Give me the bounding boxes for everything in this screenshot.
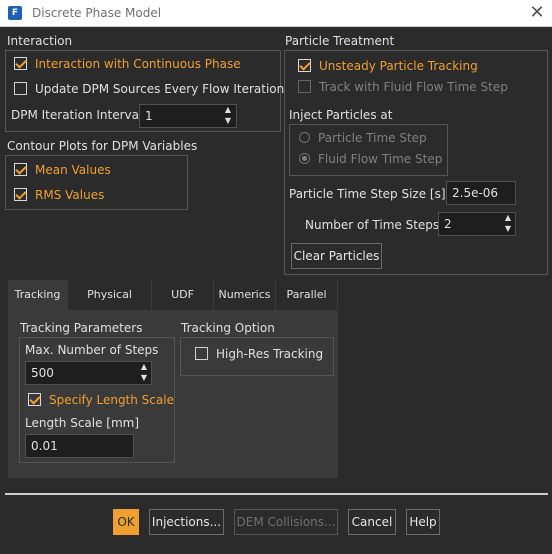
spin-up-icon[interactable]: ▲ bbox=[222, 105, 234, 115]
length-scale-value: 0.01 bbox=[31, 439, 58, 453]
update-dpm-label[interactable]: Update DPM Sources Every Flow Iteration bbox=[35, 82, 284, 96]
spin-down-icon[interactable]: ▼ bbox=[222, 116, 234, 126]
specify-length-label[interactable]: Specify Length Scale bbox=[49, 393, 174, 407]
tab-parallel[interactable]: Parallel bbox=[276, 280, 338, 310]
ok-button[interactable]: OK bbox=[113, 509, 139, 535]
continuous-phase-checkbox[interactable] bbox=[14, 57, 27, 70]
injections-button[interactable]: Injections... bbox=[149, 509, 224, 535]
length-scale-input[interactable]: 0.01 bbox=[25, 434, 134, 458]
max-steps-label: Max. Number of Steps bbox=[25, 343, 159, 357]
time-step-size-input[interactable]: 2.5e-06 bbox=[446, 181, 516, 205]
track-fluid-label[interactable]: Track with Fluid Flow Time Step bbox=[319, 80, 508, 94]
unsteady-tracking-checkbox[interactable] bbox=[298, 59, 311, 72]
rms-values-label[interactable]: RMS Values bbox=[35, 188, 104, 202]
bottom-separator bbox=[5, 493, 548, 495]
time-step-size-value: 2.5e-06 bbox=[452, 186, 499, 200]
clear-particles-button[interactable]: Clear Particles bbox=[291, 243, 382, 269]
iteration-interval-label: DPM Iteration Interval bbox=[11, 108, 143, 122]
tab-udf[interactable]: UDF bbox=[152, 280, 214, 310]
high-res-checkbox[interactable] bbox=[195, 347, 208, 360]
particle-time-step-radio[interactable] bbox=[299, 132, 310, 143]
tracking-option-heading: Tracking Option bbox=[181, 321, 275, 335]
dem-collisions-button[interactable]: DEM Collisions... bbox=[234, 509, 338, 535]
tracking-params-heading: Tracking Parameters bbox=[20, 321, 143, 335]
specify-length-checkbox[interactable] bbox=[28, 393, 41, 406]
tab-physical-models[interactable]: Physical Models bbox=[68, 280, 152, 331]
max-steps-spin-down-icon[interactable]: ▼ bbox=[138, 373, 150, 383]
mean-values-checkbox[interactable] bbox=[14, 163, 27, 176]
particle-treatment-heading: Particle Treatment bbox=[285, 34, 395, 48]
window-title: Discrete Phase Model bbox=[32, 6, 162, 20]
mean-values-label[interactable]: Mean Values bbox=[35, 163, 111, 177]
help-button[interactable]: Help bbox=[406, 509, 440, 535]
close-icon[interactable]: ✕ bbox=[527, 2, 547, 24]
unsteady-tracking-label[interactable]: Unsteady Particle Tracking bbox=[319, 59, 478, 73]
steps-spin-up-icon[interactable]: ▲ bbox=[502, 213, 514, 223]
time-step-size-label: Particle Time Step Size [s] bbox=[289, 187, 446, 201]
particle-time-step-label[interactable]: Particle Time Step bbox=[318, 131, 427, 145]
num-time-steps-label: Number of Time Steps bbox=[305, 218, 440, 232]
app-icon: F bbox=[8, 6, 22, 20]
update-dpm-checkbox[interactable] bbox=[14, 82, 27, 95]
num-time-steps-value: 2 bbox=[444, 217, 452, 231]
cancel-button[interactable]: Cancel bbox=[348, 509, 396, 535]
rms-values-checkbox[interactable] bbox=[14, 188, 27, 201]
high-res-label[interactable]: High-Res Tracking bbox=[216, 347, 323, 361]
fluid-flow-time-step-radio[interactable] bbox=[299, 153, 310, 164]
max-steps-input[interactable]: 500 bbox=[25, 361, 152, 385]
title-bar: F Discrete Phase Model ✕ bbox=[0, 0, 552, 27]
steps-spin-down-icon[interactable]: ▼ bbox=[502, 224, 514, 234]
contour-heading: Contour Plots for DPM Variables bbox=[7, 139, 198, 153]
max-steps-spin-up-icon[interactable]: ▲ bbox=[138, 362, 150, 372]
interaction-heading: Interaction bbox=[7, 34, 73, 48]
track-fluid-checkbox[interactable] bbox=[298, 80, 311, 93]
fluid-flow-time-step-label[interactable]: Fluid Flow Time Step bbox=[318, 152, 442, 166]
iteration-interval-value: 1 bbox=[145, 109, 153, 123]
tab-numerics[interactable]: Numerics bbox=[214, 280, 276, 310]
length-scale-label: Length Scale [mm] bbox=[25, 416, 140, 430]
continuous-phase-label[interactable]: Interaction with Continuous Phase bbox=[35, 57, 241, 71]
tab-tracking[interactable]: Tracking bbox=[8, 280, 68, 310]
inject-heading: Inject Particles at bbox=[289, 108, 393, 122]
max-steps-value: 500 bbox=[31, 366, 54, 380]
